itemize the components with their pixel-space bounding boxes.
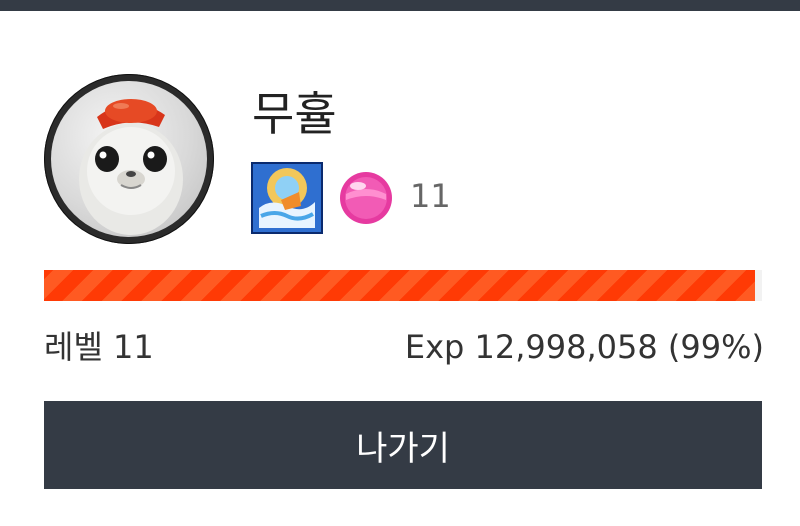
pink-gem-icon [338,170,394,226]
seal-avatar-icon [79,99,183,235]
top-bar [0,0,800,11]
player-name: 무휼 [252,87,337,141]
exp-progress-bar [44,270,762,301]
avatar [44,74,214,244]
level-badge-value: 11 [410,177,451,215]
level-label: 레벨 11 [44,328,154,366]
ship-emblem-icon [251,162,323,234]
exp-progress-fill [44,270,755,301]
exit-button[interactable]: 나가기 [44,401,762,489]
exp-label: Exp 12,998,058 (99%) [404,328,764,366]
